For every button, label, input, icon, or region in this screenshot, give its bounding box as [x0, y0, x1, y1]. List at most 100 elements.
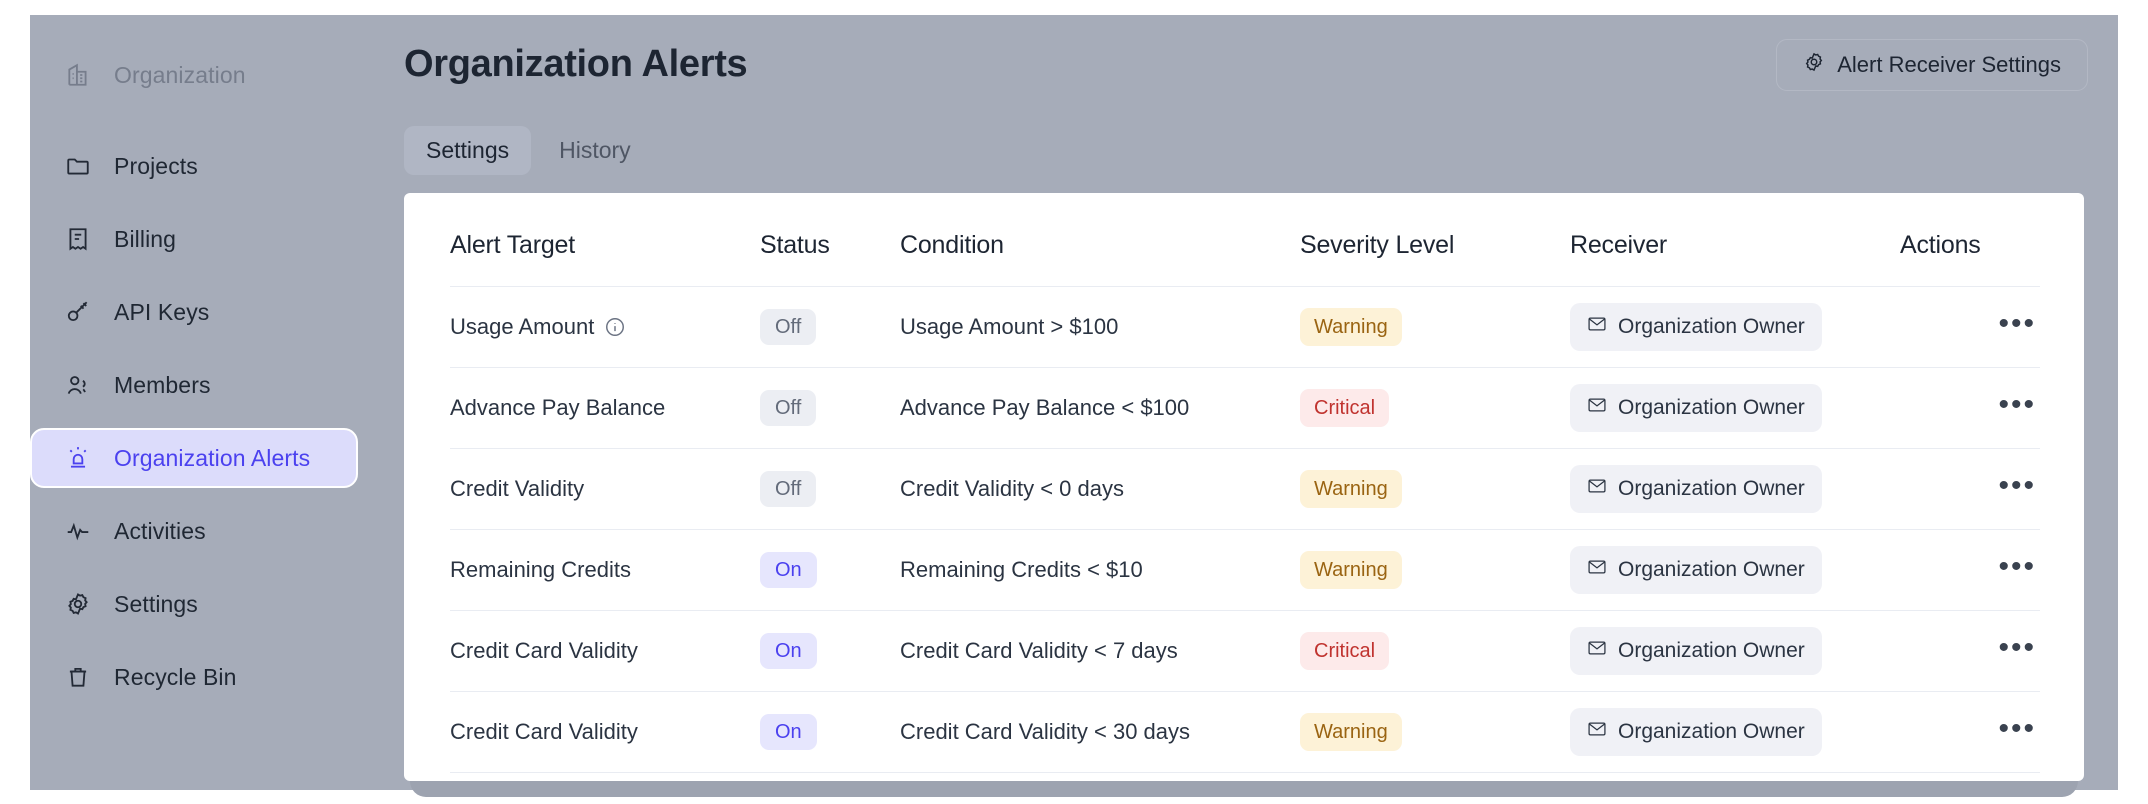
alert-receiver-settings-button[interactable]: Alert Receiver Settings [1776, 39, 2088, 91]
status-badge[interactable]: Off [760, 390, 817, 426]
cell-actions: ••• [1900, 286, 2040, 368]
activity-pulse-icon [64, 517, 92, 545]
page-header: Organization Alerts Alert Receiver Setti… [370, 15, 2118, 119]
alerts-card-wrapper: Alert Target Status Condition Severity L… [404, 193, 2084, 797]
app-root: Organization Projects Billing API Keys Membe… [0, 0, 2148, 804]
severity-badge: Warning [1300, 713, 1402, 751]
sidebar-item-label: API Keys [114, 298, 210, 325]
receiver-badge: Organization Owner [1570, 627, 1822, 675]
cell-receiver: Organization Owner [1570, 448, 1900, 530]
row-actions-menu-icon[interactable]: ••• [1994, 389, 2040, 426]
sidebar-item-projects[interactable]: Projects [32, 136, 368, 196]
sidebar-divider-space [30, 118, 370, 136]
sidebar-item-label: Billing [114, 225, 177, 252]
cell-actions: ••• [1900, 367, 2040, 449]
mail-icon [1587, 638, 1607, 664]
sidebar-item-activities[interactable]: Activities [32, 501, 368, 561]
table-row: Credit Card Validity On Credit Card Validi… [450, 691, 2040, 773]
sidebar-item-settings[interactable]: Settings [32, 574, 368, 634]
severity-badge: Warning [1300, 308, 1402, 346]
row-actions-menu-icon[interactable]: ••• [1994, 470, 2040, 507]
main-content: Organization Alerts Alert Receiver Setti… [370, 15, 2118, 797]
sidebar-item-label: Settings [114, 590, 198, 617]
cell-severity: Warning [1300, 448, 1570, 530]
cell-severity: Warning [1300, 286, 1570, 368]
table-row: Usage Amount Off Usage Amount > $100 Warnin… [450, 286, 2040, 368]
tab-history[interactable]: History [537, 126, 653, 175]
sidebar-item-label: Members [114, 371, 211, 398]
mail-icon [1587, 476, 1607, 502]
cell-status: Off [760, 448, 900, 530]
table-row: Advance Pay Balance Off Advance Pay Balanc… [450, 367, 2040, 449]
sidebar-item-billing[interactable]: Billing [32, 209, 368, 269]
info-icon[interactable] [604, 316, 626, 338]
cell-condition: Remaining Credits < $10 [900, 529, 1300, 611]
row-actions-menu-icon[interactable]: ••• [1994, 713, 2040, 750]
receiver-label: Organization Owner [1618, 315, 1805, 338]
column-header-alert-target: Alert Target [450, 193, 760, 287]
row-actions-menu-icon[interactable]: ••• [1994, 308, 2040, 345]
sidebar-item-recycle-bin[interactable]: Recycle Bin [32, 647, 368, 707]
cell-alert-target: Credit Card Validity [450, 610, 760, 692]
row-actions-menu-icon[interactable]: ••• [1994, 632, 2040, 669]
mail-icon [1587, 314, 1607, 340]
status-badge[interactable]: On [760, 633, 817, 669]
alerts-card: Alert Target Status Condition Severity L… [404, 193, 2084, 781]
cell-status: On [760, 610, 900, 692]
cell-receiver: Organization Owner [1570, 367, 1900, 449]
receiver-label: Organization Owner [1618, 558, 1805, 581]
cell-condition: Credit Validity < 0 days [900, 448, 1300, 530]
cell-actions: ••• [1900, 610, 2040, 692]
cell-alert-target: Credit Card Validity [450, 691, 760, 773]
trash-icon [64, 663, 92, 691]
cell-status: On [760, 529, 900, 611]
status-badge[interactable]: Off [760, 309, 817, 345]
receiver-badge: Organization Owner [1570, 708, 1822, 756]
row-actions-menu-icon[interactable]: ••• [1994, 551, 2040, 588]
sidebar-item-label: Recycle Bin [114, 663, 237, 690]
alerts-table-body: Usage Amount Off Usage Amount > $100 Warnin… [450, 286, 2040, 773]
cell-receiver: Organization Owner [1570, 286, 1900, 368]
sidebar-item-label: Organization Alerts [114, 444, 311, 471]
sidebar-item-api-keys[interactable]: API Keys [32, 282, 368, 342]
receiver-badge: Organization Owner [1570, 303, 1822, 351]
mail-icon [1587, 557, 1607, 583]
cell-severity: Critical [1300, 367, 1570, 449]
column-header-receiver: Receiver [1570, 193, 1900, 287]
column-header-actions: Actions [1900, 193, 2040, 287]
sidebar-item-organization-alerts[interactable]: Organization Alerts [30, 428, 358, 488]
receiver-label: Organization Owner [1618, 720, 1805, 743]
column-header-severity-level: Severity Level [1300, 193, 1570, 287]
alert-target-label: Credit Validity [450, 476, 585, 501]
tab-settings[interactable]: Settings [404, 125, 532, 175]
users-icon [64, 371, 92, 399]
cell-status: Off [760, 286, 900, 368]
receiver-label: Organization Owner [1618, 639, 1805, 662]
building-icon [64, 61, 92, 89]
cell-alert-target: Credit Validity [450, 448, 760, 530]
sidebar-nav-list: Organization Projects Billing API Keys Membe… [30, 45, 370, 707]
cell-status: Off [760, 367, 900, 449]
status-badge[interactable]: On [760, 552, 817, 588]
column-header-condition: Condition [900, 193, 1300, 287]
status-badge[interactable]: On [760, 714, 817, 750]
alert-target-label: Credit Card Validity [450, 638, 638, 663]
alarm-light-icon [64, 444, 92, 472]
status-badge[interactable]: Off [760, 471, 817, 507]
folder-icon [64, 152, 92, 180]
cell-alert-target: Remaining Credits [450, 529, 760, 611]
tabs-row: Settings History [370, 119, 2118, 181]
sidebar-item-label: Projects [114, 152, 198, 179]
sidebar-item-organization[interactable]: Organization [32, 45, 368, 105]
gear-icon [64, 590, 92, 618]
cell-condition: Credit Card Validity < 7 days [900, 610, 1300, 692]
receiver-badge: Organization Owner [1570, 384, 1822, 432]
sidebar-item-members[interactable]: Members [32, 355, 368, 415]
mail-icon [1587, 395, 1607, 421]
table-row: Credit Validity Off Credit Validity < 0 da… [450, 448, 2040, 530]
alert-receiver-settings-label: Alert Receiver Settings [1837, 52, 2061, 77]
alert-target-label: Credit Card Validity [450, 719, 638, 744]
table-row: Credit Card Validity On Credit Card Validi… [450, 610, 2040, 692]
alert-target-label: Remaining Credits [450, 557, 631, 582]
receiver-badge: Organization Owner [1570, 546, 1822, 594]
